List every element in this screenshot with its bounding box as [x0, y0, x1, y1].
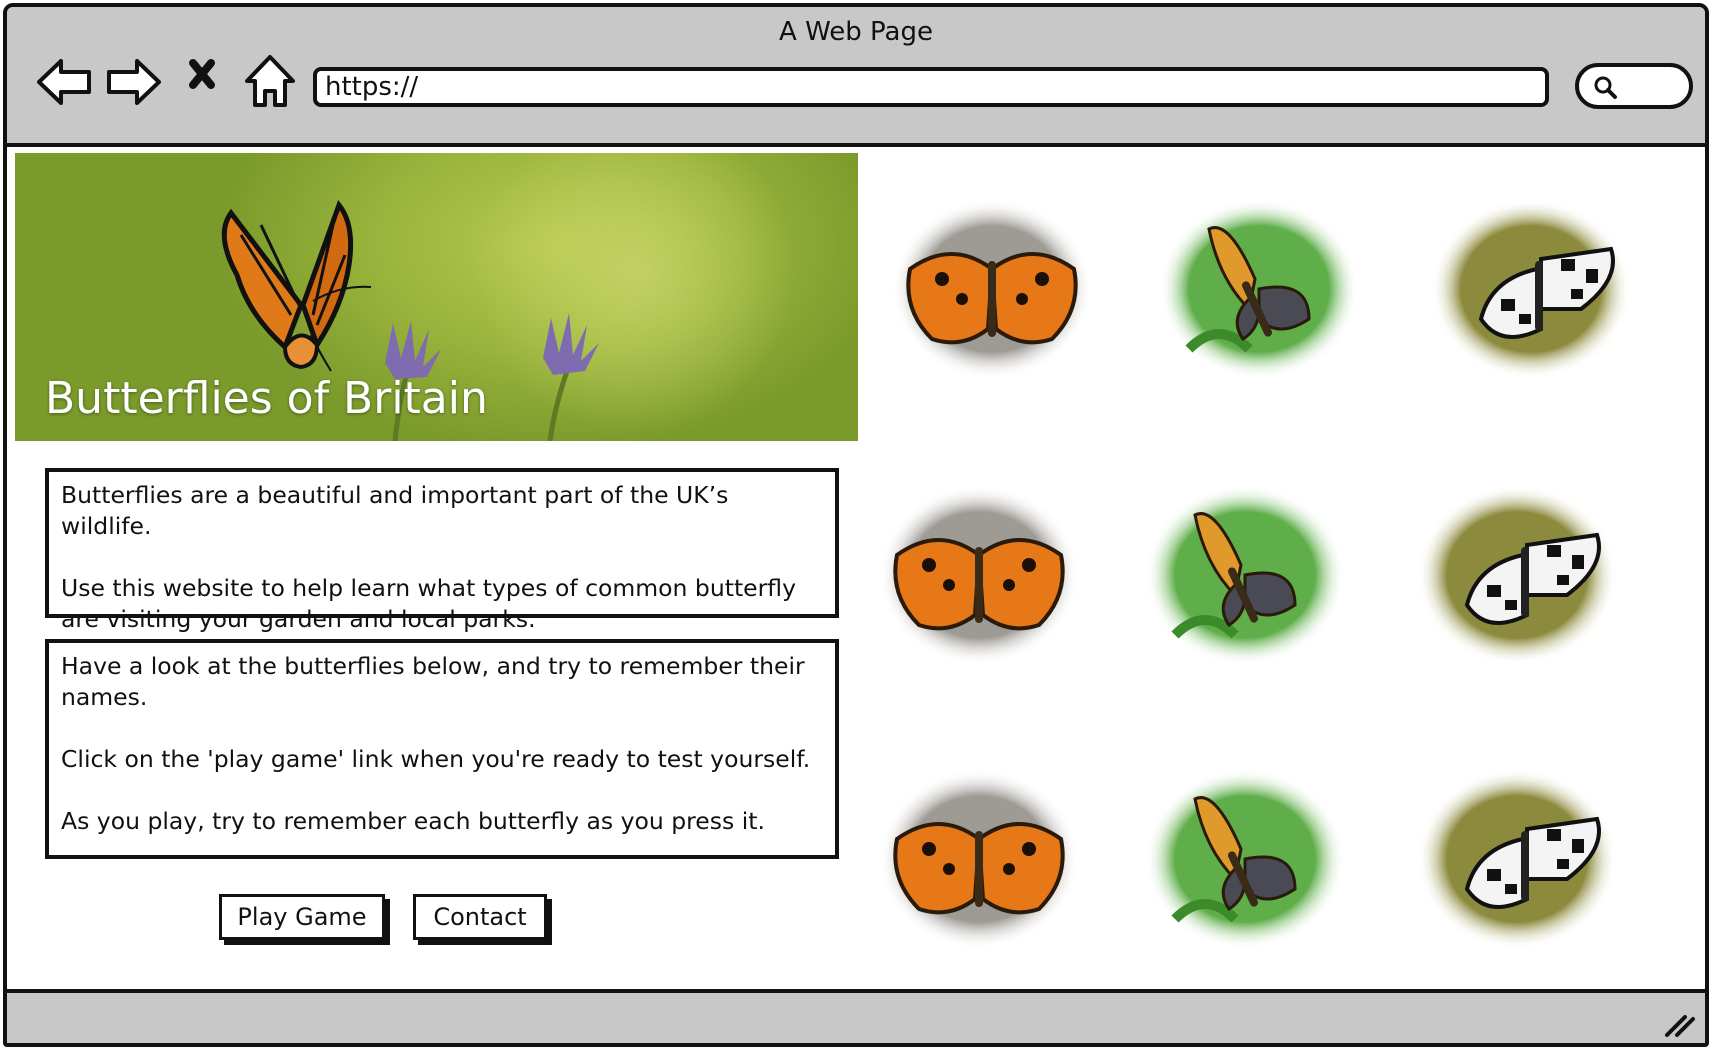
close-icon[interactable]: [181, 51, 243, 113]
marbled-white-butterfly-image[interactable]: [1431, 199, 1631, 379]
marbled-white-butterfly-image[interactable]: [1417, 769, 1617, 949]
comma-butterfly-image[interactable]: [879, 769, 1079, 949]
home-icon[interactable]: [239, 51, 301, 113]
instructions-box: Have a look at the butterflies below, an…: [45, 639, 839, 859]
back-arrow-icon[interactable]: [33, 51, 95, 113]
hero-banner: Butterflies of Britain: [15, 153, 858, 441]
comma-butterfly-image[interactable]: [879, 485, 1079, 665]
skipper-butterfly-image[interactable]: [1145, 769, 1345, 949]
search-icon: [1594, 76, 1617, 99]
play-game-button[interactable]: Play Game: [219, 894, 385, 940]
resize-grip-icon[interactable]: [1661, 1009, 1697, 1039]
contact-button[interactable]: Contact: [413, 894, 547, 940]
url-text: https://: [325, 72, 419, 102]
intro-line-2: Use this website to help learn what type…: [61, 574, 804, 633]
skipper-butterfly-image[interactable]: [1145, 485, 1345, 665]
browser-window: A Web Page https:// Butterflies of Brita…: [3, 3, 1709, 1047]
intro-line-1: Butterflies are a beautiful and importan…: [61, 481, 736, 540]
intro-box: Butterflies are a beautiful and importan…: [45, 468, 839, 633]
window-title: A Web Page: [779, 17, 933, 47]
forward-arrow-icon[interactable]: [103, 51, 165, 113]
instructions-line-1: Have a look at the butterflies below, an…: [61, 652, 813, 711]
comma-butterfly-image[interactable]: [892, 199, 1092, 379]
hero-title: Butterflies of Britain: [45, 373, 488, 424]
instructions-line-2: Click on the 'play game' link when you'r…: [61, 745, 811, 773]
instructions-line-3: As you play, try to remember each butter…: [61, 807, 765, 835]
address-bar[interactable]: https://: [313, 67, 1549, 107]
browser-toolbar: A Web Page https://: [7, 7, 1705, 147]
marbled-white-butterfly-image[interactable]: [1417, 485, 1617, 665]
status-bar: [7, 989, 1705, 1043]
search-box[interactable]: [1575, 63, 1693, 109]
skipper-butterfly-image[interactable]: [1159, 199, 1359, 379]
